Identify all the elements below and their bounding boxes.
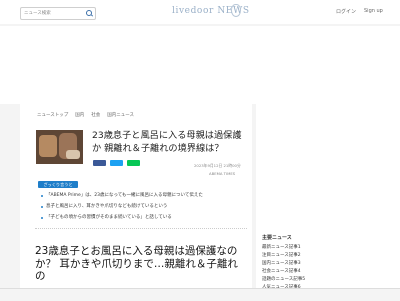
line-share-icon[interactable] xyxy=(127,160,140,166)
share-buttons xyxy=(93,160,140,166)
summary-item: 息子と風呂に入り、耳かきや爪切りなども続けているという xyxy=(38,203,244,214)
ranking-item[interactable]: 話題のニュース記事5 xyxy=(262,276,396,284)
breadcrumb-society[interactable]: 社会 xyxy=(91,112,100,118)
signup-link[interactable]: Sign up xyxy=(364,8,383,14)
breadcrumb-top[interactable]: ニューストップ xyxy=(37,112,68,118)
ranking-title: 主要ニュース xyxy=(262,235,292,241)
twitter-share-icon[interactable] xyxy=(110,160,123,166)
ranking-list: 最新ニュース記事1 注目ニュース記事2 国内ニュース記事3 社会ニュース記事4 … xyxy=(262,244,396,292)
login-link[interactable]: ログイン xyxy=(336,8,356,15)
breadcrumb-domestic-news[interactable]: 国内ニュース xyxy=(107,112,134,118)
summary-item: 「子どもの頃からの習慣がそのまま続いている」と話している xyxy=(38,214,244,225)
top-header: ニュース検索 livedoor NEWS ログイン Sign up xyxy=(0,0,400,24)
search-icon[interactable] xyxy=(86,10,92,16)
search-placeholder: ニュース検索 xyxy=(24,11,51,16)
logo-bird-icon xyxy=(231,4,241,17)
summary-tag: ざっくり言うと xyxy=(38,181,78,188)
breadcrumb-domestic[interactable]: 国内 xyxy=(75,112,84,118)
article-thumbnail xyxy=(36,130,83,164)
search-input[interactable]: ニュース検索 xyxy=(20,7,96,20)
bottom-bar xyxy=(0,288,400,301)
ranking-item[interactable]: 国内ニュース記事3 xyxy=(262,260,396,268)
article-date: 2023年9月12日 21時00分 xyxy=(194,163,241,168)
ranking-item[interactable]: 最新ニュース記事1 xyxy=(262,244,396,252)
ranking-item[interactable]: 社会ニュース記事4 xyxy=(262,268,396,276)
facebook-share-icon[interactable] xyxy=(93,160,106,166)
article-title: 23歳息子と風呂に入る母親は過保護か 親離れ＆子離れの境界線は？ xyxy=(92,130,242,154)
breadcrumb: ニューストップ 国内 社会 国内ニュース xyxy=(37,112,134,118)
summary-list: 「ABEMA Prime」は、23歳になっても一緒に風呂に入る母親について伝えた… xyxy=(38,192,244,225)
article-source[interactable]: ABEMA TIMES xyxy=(209,171,235,176)
divider xyxy=(35,228,247,229)
article-headline-body: 23歳息子とお風呂に入る母親は過保護なのか？ 耳かきや爪切りまで…親離れ＆子離れ… xyxy=(35,245,238,282)
ad-space xyxy=(0,26,400,104)
summary-item: 「ABEMA Prime」は、23歳になっても一緒に風呂に入る母親について伝えた xyxy=(38,192,244,203)
ranking-item[interactable]: 注目ニュース記事2 xyxy=(262,252,396,260)
